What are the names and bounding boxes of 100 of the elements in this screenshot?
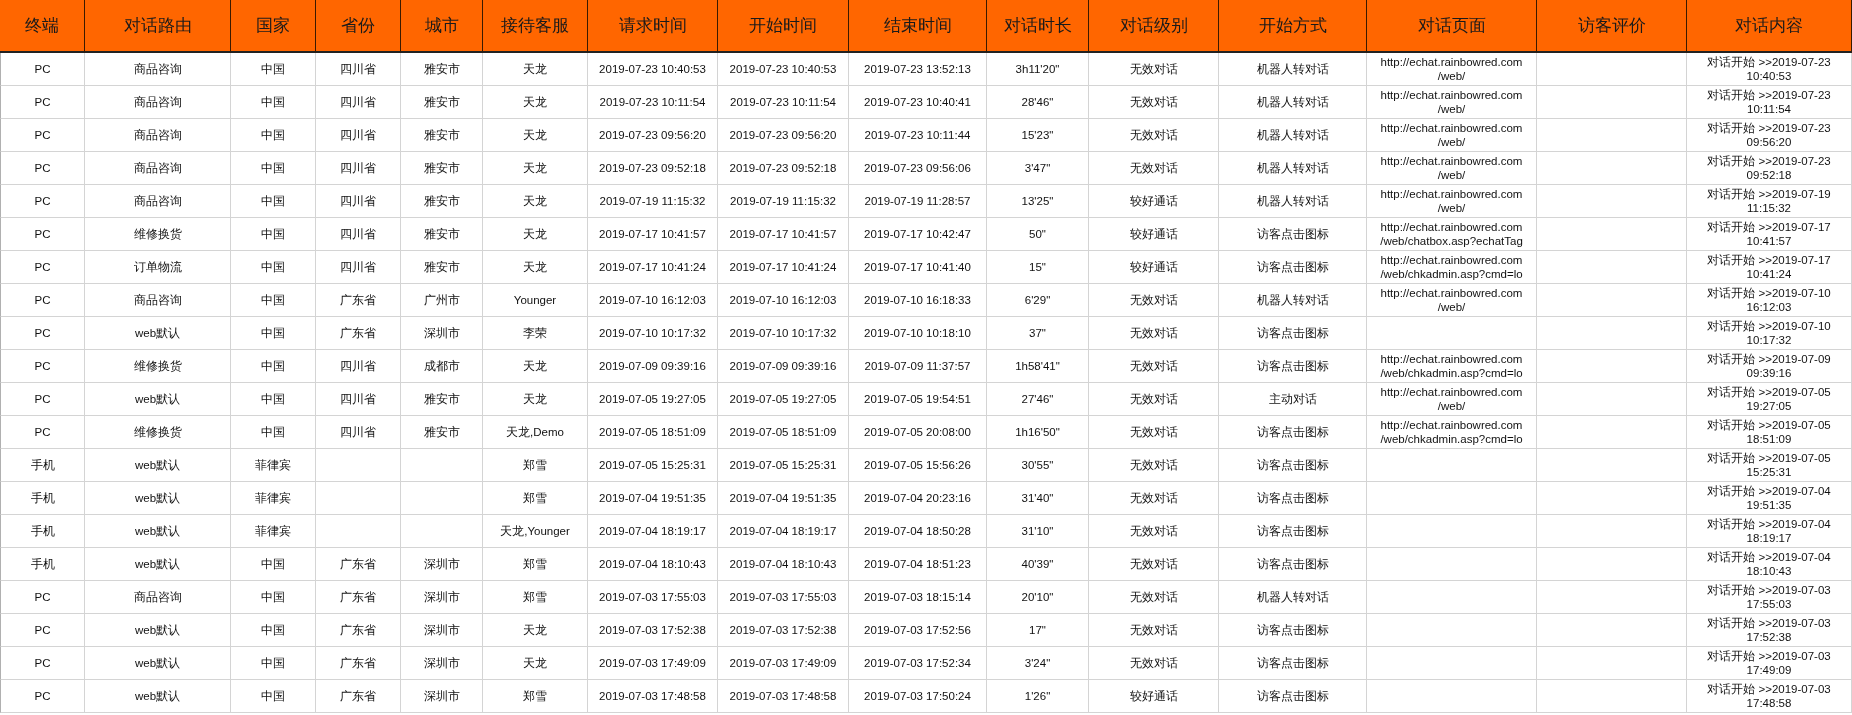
table-cell: 商品咨询 (85, 53, 231, 86)
table-cell: 四川省 (316, 350, 401, 383)
table-cell: 中国 (231, 317, 316, 350)
table-cell: 手机 (0, 482, 85, 515)
column-header: 终端 (0, 0, 85, 53)
table-cell: 机器人转对话 (1219, 119, 1367, 152)
table-cell: http://echat.rainbowred.com /web/ (1367, 185, 1537, 218)
table-cell: 无效对话 (1089, 53, 1219, 86)
table-cell: 天龙 (483, 218, 588, 251)
table-cell: 中国 (231, 647, 316, 680)
table-cell: 天龙 (483, 647, 588, 680)
table-cell: 四川省 (316, 86, 401, 119)
table-cell: 访客点击图标 (1219, 614, 1367, 647)
table-cell: 雅安市 (401, 152, 483, 185)
table-cell: PC (0, 53, 85, 86)
table-cell: 2019-07-09 11:37:57 (849, 350, 987, 383)
table-cell: 对话开始 >>2019-07-03 17:49:09 (1687, 647, 1852, 680)
table-cell: PC (0, 218, 85, 251)
table-cell: 郑雪 (483, 548, 588, 581)
table-cell: 四川省 (316, 251, 401, 284)
table-cell: 2019-07-17 10:41:40 (849, 251, 987, 284)
table-cell: 维修换货 (85, 416, 231, 449)
table-cell: 四川省 (316, 218, 401, 251)
table-cell: 6'29" (987, 284, 1089, 317)
table-cell: 2019-07-23 10:11:44 (849, 119, 987, 152)
table-cell: 访客点击图标 (1219, 449, 1367, 482)
table-cell: 2019-07-05 15:25:31 (718, 449, 849, 482)
table-cell: 1h58'41" (987, 350, 1089, 383)
table-cell: 3'47" (987, 152, 1089, 185)
table-cell: PC (0, 119, 85, 152)
table-cell: web默认 (85, 449, 231, 482)
table-cell: 2019-07-10 10:17:32 (718, 317, 849, 350)
table-cell: 2019-07-03 17:48:58 (588, 680, 718, 713)
table-cell: 郑雪 (483, 449, 588, 482)
table-cell: 机器人转对话 (1219, 581, 1367, 614)
table-cell: 访客点击图标 (1219, 251, 1367, 284)
table-cell: 2019-07-23 10:40:41 (849, 86, 987, 119)
table-cell: 2019-07-19 11:28:57 (849, 185, 987, 218)
table-cell: 2019-07-17 10:41:24 (718, 251, 849, 284)
table-cell: 商品咨询 (85, 185, 231, 218)
table-cell: 2019-07-03 17:55:03 (718, 581, 849, 614)
column-header: 对话页面 (1367, 0, 1537, 53)
table-cell: 37" (987, 317, 1089, 350)
table-cell: 2019-07-17 10:41:57 (718, 218, 849, 251)
table-cell: 雅安市 (401, 185, 483, 218)
table-cell: 中国 (231, 218, 316, 251)
table-cell: 天龙 (483, 185, 588, 218)
table-cell: 中国 (231, 284, 316, 317)
table-cell: 较好通话 (1089, 185, 1219, 218)
table-cell: 2019-07-17 10:41:24 (588, 251, 718, 284)
table-cell: 李荣 (483, 317, 588, 350)
table-cell: 2019-07-23 09:52:18 (718, 152, 849, 185)
table-cell: PC (0, 317, 85, 350)
table-cell: 无效对话 (1089, 581, 1219, 614)
table-cell: http://echat.rainbowred.com /web/ (1367, 284, 1537, 317)
table-cell: 天龙 (483, 350, 588, 383)
table-cell: 深圳市 (401, 581, 483, 614)
table-cell: 无效对话 (1089, 350, 1219, 383)
table-cell: 对话开始 >>2019-07-17 10:41:57 (1687, 218, 1852, 251)
table-cell: 27'46" (987, 383, 1089, 416)
table-cell: 访客点击图标 (1219, 317, 1367, 350)
table-cell: 2019-07-04 18:10:43 (588, 548, 718, 581)
table-cell: 2019-07-05 18:51:09 (718, 416, 849, 449)
table-cell: 商品咨询 (85, 581, 231, 614)
table-cell: web默认 (85, 317, 231, 350)
table-cell: 2019-07-09 09:39:16 (588, 350, 718, 383)
table-cell: http://echat.rainbowred.com /web/ (1367, 152, 1537, 185)
table-cell: 2019-07-23 10:11:54 (718, 86, 849, 119)
table-cell: 天龙 (483, 119, 588, 152)
table-cell: 2019-07-03 17:52:34 (849, 647, 987, 680)
table-cell: 无效对话 (1089, 548, 1219, 581)
table-cell: 40'39" (987, 548, 1089, 581)
table-cell: 手机 (0, 449, 85, 482)
column-header: 结束时间 (849, 0, 987, 53)
table-cell: 无效对话 (1089, 416, 1219, 449)
column-header: 请求时间 (588, 0, 718, 53)
table-cell: 2019-07-17 10:41:57 (588, 218, 718, 251)
table-cell: 2019-07-04 19:51:35 (588, 482, 718, 515)
table-cell: 天龙 (483, 53, 588, 86)
table-cell: 四川省 (316, 416, 401, 449)
table-cell: 天龙 (483, 383, 588, 416)
table-cell: 天龙 (483, 251, 588, 284)
table-cell: 中国 (231, 614, 316, 647)
table-cell: 无效对话 (1089, 614, 1219, 647)
table-cell: 2019-07-23 09:56:20 (718, 119, 849, 152)
table-cell: 广东省 (316, 581, 401, 614)
table-cell: 对话开始 >>2019-07-03 17:55:03 (1687, 581, 1852, 614)
table-cell: 广东省 (316, 680, 401, 713)
table-cell: 广州市 (401, 284, 483, 317)
table-cell: 对话开始 >>2019-07-03 17:52:38 (1687, 614, 1852, 647)
table-cell: 四川省 (316, 383, 401, 416)
table-cell: 机器人转对话 (1219, 284, 1367, 317)
table-cell: 深圳市 (401, 647, 483, 680)
table-cell: 中国 (231, 680, 316, 713)
table-cell: PC (0, 350, 85, 383)
table-cell: 天龙 (483, 614, 588, 647)
table-cell: 较好通话 (1089, 251, 1219, 284)
table-cell: 2019-07-05 15:25:31 (588, 449, 718, 482)
table-cell: 四川省 (316, 119, 401, 152)
table-cell: web默认 (85, 482, 231, 515)
